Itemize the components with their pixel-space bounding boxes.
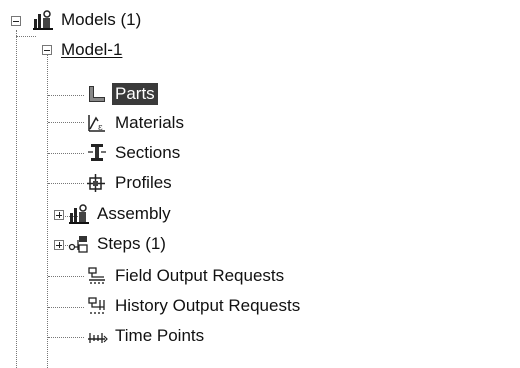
tree-node-label: Assembly	[97, 204, 171, 223]
parts-icon	[86, 83, 108, 105]
tree-node-label: Steps (1)	[97, 234, 166, 253]
tree-connector	[16, 30, 17, 368]
svg-text:ε: ε	[98, 123, 103, 133]
tree-connector	[47, 55, 48, 368]
tree-connector	[48, 337, 84, 338]
tree-connector	[48, 307, 84, 308]
tree-node-sections[interactable]: Sections	[86, 139, 183, 167]
tree-node-label: Field Output Requests	[115, 266, 285, 285]
expand-toggle-steps[interactable]	[54, 240, 64, 250]
tree-node-label: Sections	[115, 143, 181, 162]
tree-connector	[48, 276, 84, 277]
sections-icon	[86, 142, 108, 164]
field-output-icon	[86, 265, 108, 287]
tree-node-label: Parts	[112, 83, 158, 105]
tree-node-label: Profiles	[115, 173, 172, 192]
profiles-icon	[86, 172, 108, 194]
model-tree: Models (1) Model-1 Parts ε Materials Sec…	[0, 0, 520, 368]
tree-connector	[16, 36, 36, 37]
collapse-toggle-model-1[interactable]	[42, 45, 52, 55]
tree-node-assembly[interactable]: Assembly	[68, 200, 174, 228]
models-icon	[32, 9, 54, 31]
assembly-icon	[68, 203, 90, 225]
collapse-toggle-models[interactable]	[11, 16, 21, 26]
tree-node-profiles[interactable]: Profiles	[86, 169, 175, 197]
tree-node-label: History Output Requests	[115, 296, 301, 315]
tree-node-history-output-requests[interactable]: History Output Requests	[86, 292, 303, 320]
tree-connector	[48, 153, 84, 154]
tree-connector	[48, 183, 84, 184]
tree-node-models[interactable]: Models (1)	[32, 6, 144, 34]
history-output-icon	[86, 295, 108, 317]
tree-connector	[48, 95, 84, 96]
tree-node-label: Time Points	[115, 326, 205, 345]
steps-icon	[68, 233, 90, 255]
tree-node-materials[interactable]: ε Materials	[86, 109, 187, 137]
tree-node-steps[interactable]: Steps (1)	[68, 230, 169, 258]
tree-node-label: Models (1)	[61, 10, 142, 29]
tree-node-parts[interactable]: Parts	[86, 80, 158, 108]
tree-node-model-1[interactable]: Model-1	[58, 36, 125, 64]
time-points-icon	[86, 325, 108, 347]
tree-node-time-points[interactable]: Time Points	[86, 322, 207, 350]
tree-node-field-output-requests[interactable]: Field Output Requests	[86, 262, 287, 290]
tree-node-label: Materials	[115, 113, 184, 132]
tree-connector	[48, 122, 84, 123]
expand-toggle-assembly[interactable]	[54, 210, 64, 220]
tree-node-label: Model-1	[61, 40, 123, 59]
materials-icon: ε	[86, 112, 108, 134]
